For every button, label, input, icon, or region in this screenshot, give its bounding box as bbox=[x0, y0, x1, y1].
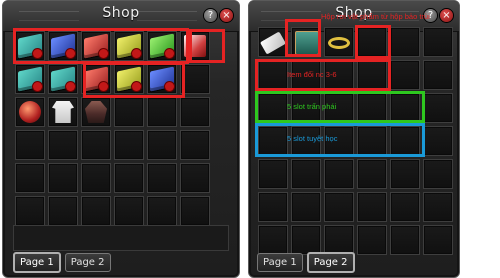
shop-slot[interactable] bbox=[423, 93, 453, 123]
annotation-blue-row: 5 slot tuyệt học bbox=[287, 134, 338, 143]
shop-slot[interactable] bbox=[147, 196, 177, 226]
shop-slot[interactable] bbox=[81, 163, 111, 193]
page-tabs: Page 1 Page 2 bbox=[257, 250, 359, 273]
shop-slot[interactable] bbox=[81, 97, 111, 127]
shop-slot[interactable] bbox=[15, 97, 45, 127]
highlight-row1-books bbox=[13, 28, 189, 64]
shop-slot[interactable] bbox=[180, 130, 210, 160]
armor-icon bbox=[85, 101, 107, 123]
shop-slot[interactable] bbox=[48, 64, 78, 94]
shop-slot[interactable] bbox=[258, 159, 288, 189]
shop-slot[interactable] bbox=[423, 159, 453, 189]
shop-slot[interactable] bbox=[291, 159, 321, 189]
highlight-treasure-box bbox=[285, 19, 321, 57]
shop-slot[interactable] bbox=[15, 130, 45, 160]
gold-ring-icon bbox=[328, 37, 350, 49]
shop-slot[interactable] bbox=[15, 64, 45, 94]
shop-slot[interactable] bbox=[423, 60, 453, 90]
shop-slot[interactable] bbox=[147, 97, 177, 127]
tab-page-2[interactable]: Page 2 bbox=[306, 252, 355, 273]
shop-slot[interactable] bbox=[48, 196, 78, 226]
annotation-top: Hộp rơi vật phẩm từ hộp bảo trùi bbox=[321, 12, 430, 21]
shop-slot[interactable] bbox=[423, 225, 453, 255]
shop-slot[interactable] bbox=[291, 192, 321, 222]
shop-slot[interactable] bbox=[147, 163, 177, 193]
shop-slot[interactable] bbox=[423, 192, 453, 222]
shop-slot[interactable] bbox=[324, 159, 354, 189]
shop-slot[interactable] bbox=[15, 196, 45, 226]
shop-slot[interactable] bbox=[180, 163, 210, 193]
shop-slot[interactable] bbox=[423, 27, 453, 57]
white-robe-icon bbox=[52, 101, 74, 123]
shop-slot[interactable] bbox=[48, 97, 78, 127]
tab-page-2[interactable]: Page 2 bbox=[64, 253, 111, 272]
highlight-row3 bbox=[255, 91, 425, 123]
tab-page-1[interactable]: Page 1 bbox=[13, 252, 61, 273]
close-button[interactable]: × bbox=[220, 9, 233, 22]
highlight-row2-books bbox=[83, 62, 185, 98]
shop-info-bar bbox=[13, 225, 229, 251]
highlight-pouch bbox=[189, 29, 225, 63]
shop-slot[interactable] bbox=[180, 196, 210, 226]
highlight-slot-r1c4 bbox=[355, 25, 391, 59]
shop-slot[interactable] bbox=[357, 192, 387, 222]
tab-page-1[interactable]: Page 1 bbox=[257, 253, 303, 272]
annotation-red-row: Item đổi nc 3-6 bbox=[287, 70, 337, 79]
shop-slot[interactable] bbox=[423, 126, 453, 156]
shop-slot[interactable] bbox=[390, 225, 420, 255]
close-button[interactable]: × bbox=[440, 9, 453, 22]
shop-slot[interactable] bbox=[114, 130, 144, 160]
shop-slot[interactable] bbox=[390, 159, 420, 189]
shop-slot[interactable] bbox=[357, 225, 387, 255]
seal-icon bbox=[66, 82, 75, 91]
help-button[interactable]: ? bbox=[204, 9, 217, 22]
page-tabs: Page 1 Page 2 bbox=[13, 250, 115, 273]
shop-slot[interactable] bbox=[258, 192, 288, 222]
red-gift-bag-icon bbox=[19, 101, 41, 123]
shop-slot[interactable] bbox=[114, 196, 144, 226]
shop-slot[interactable] bbox=[324, 27, 354, 57]
shop-slot[interactable] bbox=[81, 130, 111, 160]
seal-icon bbox=[33, 82, 42, 91]
shop-slot[interactable] bbox=[15, 163, 45, 193]
shop-slot[interactable] bbox=[114, 163, 144, 193]
shop-slot[interactable] bbox=[390, 27, 420, 57]
shop-slot[interactable] bbox=[147, 130, 177, 160]
shop-slot[interactable] bbox=[390, 192, 420, 222]
shop-slot[interactable] bbox=[180, 97, 210, 127]
white-scroll-icon bbox=[259, 31, 287, 55]
highlight-row4 bbox=[255, 123, 425, 157]
shop-slot[interactable] bbox=[48, 163, 78, 193]
shop-window-left: Shop ? × Page 1 Page 2 bbox=[2, 0, 240, 278]
shop-window-right: Shop ? × Page 1 Page 2 Hộp rơi vật phẩm … bbox=[248, 0, 460, 278]
shop-slot[interactable] bbox=[48, 130, 78, 160]
shop-slot[interactable] bbox=[357, 159, 387, 189]
shop-slot[interactable] bbox=[114, 97, 144, 127]
shop-slot[interactable] bbox=[81, 196, 111, 226]
annotation-green-row: 5 slot trấn phái bbox=[287, 102, 337, 111]
shop-slot[interactable] bbox=[390, 60, 420, 90]
shop-slot[interactable] bbox=[324, 192, 354, 222]
shop-slot[interactable] bbox=[258, 27, 288, 57]
